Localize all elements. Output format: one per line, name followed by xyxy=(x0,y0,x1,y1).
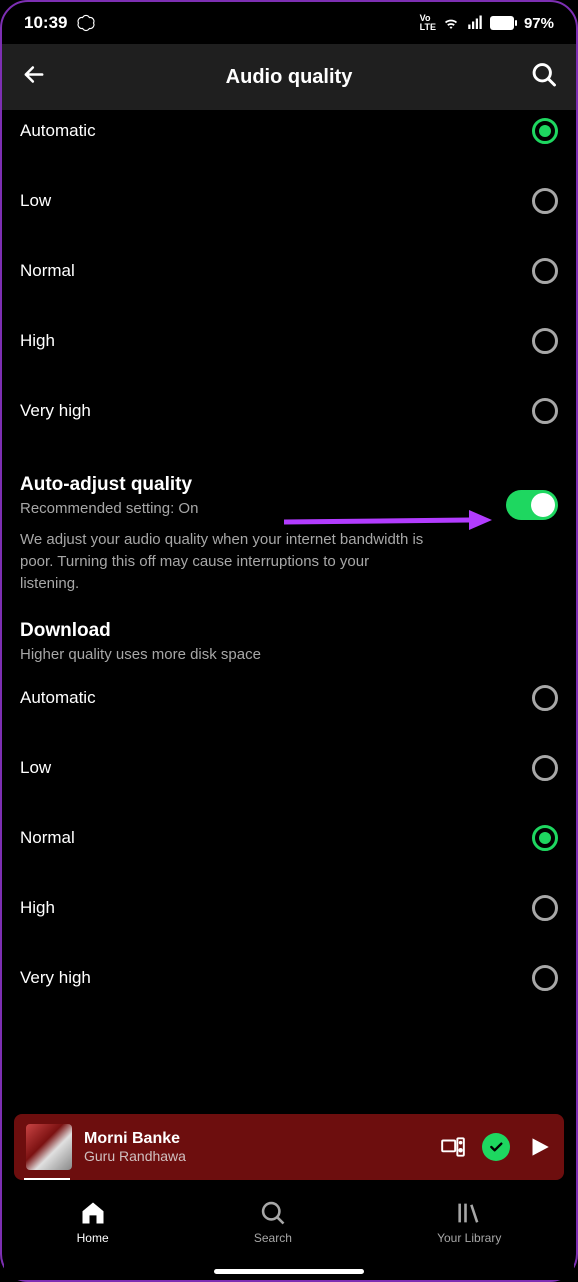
content: Automatic Low Normal High Very high Auto… xyxy=(2,110,576,1013)
radio-label: Normal xyxy=(20,828,75,848)
radio-label: Normal xyxy=(20,261,75,281)
radio-label: Automatic xyxy=(20,688,96,708)
bottom-nav: Home Search Your Library xyxy=(4,1182,574,1280)
download-option-very-high[interactable]: Very high xyxy=(20,943,558,1013)
auto-adjust-heading: Auto-adjust quality xyxy=(20,474,466,496)
nav-label: Home xyxy=(77,1231,109,1245)
nav-home[interactable]: Home xyxy=(77,1199,109,1245)
progress-indicator xyxy=(24,1178,70,1180)
radio-label: Low xyxy=(20,758,51,778)
streaming-option-low[interactable]: Low xyxy=(20,166,558,236)
page-title: Audio quality xyxy=(226,66,353,89)
radio-label: Low xyxy=(20,191,51,211)
home-icon xyxy=(79,1199,107,1227)
battery-percent: 97% xyxy=(524,15,554,32)
auto-adjust-toggle[interactable] xyxy=(506,490,558,520)
status-bar: 10:39 VoLTE 97% xyxy=(2,2,576,44)
nav-label: Your Library xyxy=(437,1231,501,1245)
radio-icon xyxy=(532,398,558,424)
radio-label: Very high xyxy=(20,401,91,421)
download-heading: Download xyxy=(20,620,558,642)
download-option-low[interactable]: Low xyxy=(20,733,558,803)
radio-label: Very high xyxy=(20,968,91,988)
radio-label: High xyxy=(20,898,55,918)
download-option-high[interactable]: High xyxy=(20,873,558,943)
auto-adjust-row: Auto-adjust quality Recommended setting:… xyxy=(20,464,558,594)
track-title: Morni Banke xyxy=(84,1130,428,1148)
download-sub: Higher quality uses more disk space xyxy=(20,646,558,663)
album-art xyxy=(26,1124,72,1170)
download-option-automatic[interactable]: Automatic xyxy=(20,663,558,733)
radio-icon xyxy=(532,965,558,991)
radio-icon xyxy=(532,188,558,214)
download-option-normal[interactable]: Normal xyxy=(20,803,558,873)
radio-label: Automatic xyxy=(20,121,96,141)
radio-icon xyxy=(532,755,558,781)
streaming-option-automatic[interactable]: Automatic xyxy=(20,110,558,166)
battery-icon xyxy=(490,16,518,30)
volte-icon: VoLTE xyxy=(420,14,436,32)
radio-icon xyxy=(532,825,558,851)
wifi-icon xyxy=(442,14,460,32)
streaming-option-high[interactable]: High xyxy=(20,306,558,376)
radio-icon xyxy=(532,328,558,354)
radio-icon xyxy=(532,895,558,921)
library-icon xyxy=(455,1199,483,1227)
streaming-option-very-high[interactable]: Very high xyxy=(20,376,558,446)
back-button[interactable] xyxy=(20,61,48,94)
auto-adjust-desc: We adjust your audio quality when your i… xyxy=(20,529,466,594)
radio-icon xyxy=(532,258,558,284)
header: Audio quality xyxy=(2,44,576,110)
radio-icon xyxy=(532,118,558,144)
search-icon xyxy=(259,1199,287,1227)
status-time: 10:39 xyxy=(24,13,67,33)
nav-library[interactable]: Your Library xyxy=(437,1199,501,1245)
streaming-option-normal[interactable]: Normal xyxy=(20,236,558,306)
nav-search[interactable]: Search xyxy=(254,1199,292,1245)
play-button[interactable] xyxy=(526,1134,552,1160)
now-playing-bar[interactable]: Morni Banke Guru Randhawa xyxy=(14,1114,564,1180)
signal-icon xyxy=(466,14,484,32)
auto-adjust-sub: Recommended setting: On xyxy=(20,500,466,517)
track-artist: Guru Randhawa xyxy=(84,1148,428,1164)
radio-label: High xyxy=(20,331,55,351)
added-check-icon[interactable] xyxy=(482,1133,510,1161)
nav-label: Search xyxy=(254,1231,292,1245)
connect-device-icon[interactable] xyxy=(440,1134,466,1160)
gesture-bar xyxy=(214,1269,364,1274)
radio-icon xyxy=(532,685,558,711)
chatgpt-icon xyxy=(77,14,95,32)
search-button[interactable] xyxy=(530,61,558,94)
